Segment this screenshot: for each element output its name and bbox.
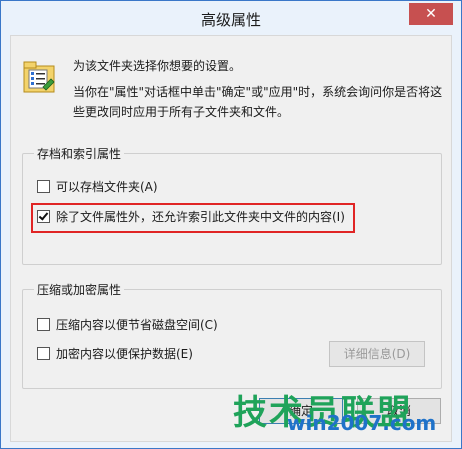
dialog-body: 为该文件夹选择你想要的设置。 当你在"属性"对话框中单击"确定"或"应用"时，系…	[10, 35, 452, 442]
index-content-label: 除了文件属性外，还允许索引此文件夹中文件的内容(I)	[56, 209, 345, 224]
encrypt-label: 加密内容以便保护数据(E)	[56, 346, 193, 361]
compress-checkbox[interactable]	[37, 317, 50, 331]
archive-folder-option[interactable]: 可以存档文件夹(A)	[37, 177, 158, 195]
title-bar: 高级属性 ✕	[1, 1, 461, 35]
intro-description: 当你在"属性"对话框中单击"确定"或"应用"时，系统会询问你是否将这些更改同时应…	[73, 85, 443, 119]
encrypt-checkbox[interactable]	[37, 346, 50, 360]
index-content-checkbox[interactable]	[37, 209, 50, 223]
archive-index-group: 存档和索引属性 可以存档文件夹(A) 除了文件属性外，还允许索引此文件夹中文件的…	[22, 145, 442, 265]
compress-encrypt-group: 压缩或加密属性 压缩内容以便节省磁盘空间(C) 加密内容以便保护数据(E) 详细…	[22, 281, 442, 389]
archive-index-group-title: 存档和索引属性	[34, 145, 125, 162]
dialog-window: 高级属性 ✕ 为该文件夹选择你想要的设置。 当你在"属性"对话框中单击"确定"或…	[0, 0, 462, 449]
compress-label: 压缩内容以便节省磁盘空间(C)	[56, 317, 218, 332]
watermark-url: win2007.com	[287, 411, 437, 435]
compress-encrypt-group-title: 压缩或加密属性	[34, 281, 125, 298]
close-button[interactable]: ✕	[409, 3, 453, 25]
watermark-logo: 技术员联盟 win2007.com	[233, 385, 437, 443]
archive-folder-label: 可以存档文件夹(A)	[56, 179, 158, 194]
index-content-option[interactable]: 除了文件属性外，还允许索引此文件夹中文件的内容(I)	[37, 207, 345, 225]
encrypt-option[interactable]: 加密内容以便保护数据(E)	[37, 344, 193, 362]
window-title: 高级属性	[200, 11, 261, 29]
folder-properties-icon	[23, 61, 55, 93]
compress-option[interactable]: 压缩内容以便节省磁盘空间(C)	[37, 315, 218, 333]
details-button[interactable]: 详细信息(D)	[329, 341, 425, 367]
archive-folder-checkbox[interactable]	[37, 179, 50, 193]
intro-text: 为该文件夹选择你想要的设置。	[73, 59, 242, 73]
